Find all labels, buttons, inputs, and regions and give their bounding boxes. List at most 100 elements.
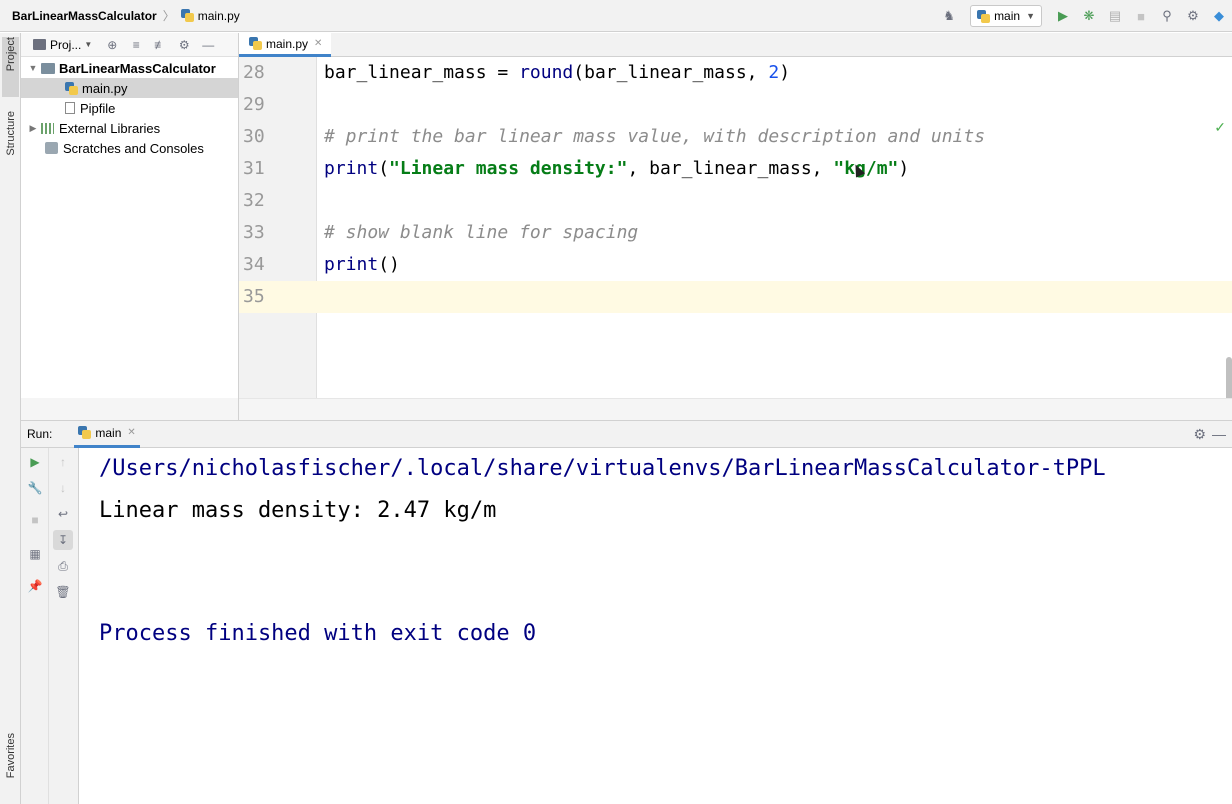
print-icon[interactable]: ⎙ xyxy=(53,556,73,576)
console-line: /Users/nicholasfischer/.local/share/virt… xyxy=(99,456,1106,481)
stop-icon[interactable]: ■ xyxy=(1133,8,1149,24)
close-icon[interactable]: ✕ xyxy=(127,427,135,438)
python-icon xyxy=(977,9,991,23)
breadcrumb-project[interactable]: BarLinearMassCalculator xyxy=(12,9,157,23)
project-tree: ▼ BarLinearMassCalculator main.py Pipfil… xyxy=(21,57,238,158)
gear-icon[interactable]: ⚙ xyxy=(1193,426,1206,443)
project-panel-footer xyxy=(21,398,239,420)
stop-icon[interactable]: ■ xyxy=(25,510,45,530)
code-token-builtin: print xyxy=(324,254,379,275)
project-tool-tab-label: Project xyxy=(4,37,17,72)
layout-icon[interactable]: ▦ xyxy=(25,544,45,564)
search-icon[interactable]: ⚲ xyxy=(1159,8,1175,24)
tab-label: main.py xyxy=(266,36,309,51)
code-line-current[interactable] xyxy=(317,281,1232,313)
breadcrumb-file[interactable]: main.py xyxy=(180,9,240,23)
pin-icon[interactable]: 📌 xyxy=(25,576,45,596)
code-token: ( xyxy=(378,158,390,179)
chevron-right-icon[interactable]: ▶ xyxy=(27,123,39,134)
hide-icon[interactable]: — xyxy=(201,38,215,52)
run-icon[interactable]: ▶ xyxy=(1055,8,1071,24)
editor-footer xyxy=(239,398,1232,420)
code-editor[interactable]: bar_linear_mass = round(bar_linear_mass,… xyxy=(317,57,1232,435)
run-toolbar-primary: ▶ 🔧 ■ ▦ 📌 xyxy=(21,448,49,804)
code-line[interactable]: print() xyxy=(317,249,1232,281)
toolbox-icon[interactable]: ◆ xyxy=(1211,8,1227,24)
structure-tool-tab[interactable]: Structure xyxy=(2,111,19,181)
line-number-current: 35 xyxy=(239,281,317,313)
tree-item-external-libraries[interactable]: ▶ External Libraries xyxy=(21,118,238,138)
chevron-down-icon[interactable]: ▼ xyxy=(84,40,92,49)
folder-icon xyxy=(41,62,55,74)
code-token: ) xyxy=(898,158,910,179)
expand-all-icon[interactable]: ≡ xyxy=(129,38,143,52)
code-line[interactable] xyxy=(317,185,1232,217)
run-toolbar-secondary: ↑ ↓ ↩ ↧ ⎙ 🗑 xyxy=(49,448,79,804)
code-token: bar_linear_mass = xyxy=(324,62,520,83)
run-configuration-select[interactable]: main ▼ xyxy=(970,5,1042,27)
code-line[interactable] xyxy=(317,89,1232,121)
code-line[interactable]: print("Linear mass density:", bar_linear… xyxy=(317,153,1232,185)
code-token-number: 2 xyxy=(768,62,780,83)
favorites-tool-tab[interactable]: Favorites xyxy=(2,733,19,799)
chevron-down-icon[interactable]: ▼ xyxy=(27,63,39,73)
scroll-to-end-icon[interactable]: ↧ xyxy=(53,530,73,550)
run-tab-main[interactable]: main ✕ xyxy=(74,420,140,448)
run-console-output[interactable]: /Users/nicholasfischer/.local/share/virt… xyxy=(79,448,1232,804)
code-line[interactable]: bar_linear_mass = round(bar_linear_mass,… xyxy=(317,57,1232,89)
code-token: , bar_linear_mass, xyxy=(627,158,834,179)
run-label: Run: xyxy=(27,427,53,441)
tree-item-main-py[interactable]: main.py xyxy=(21,78,238,98)
code-line[interactable]: # print the bar linear mass value, with … xyxy=(317,121,1232,153)
inspection-ok-icon[interactable]: ✓ xyxy=(1214,119,1226,136)
tree-item-project-root[interactable]: ▼ BarLinearMassCalculator xyxy=(21,58,238,78)
coverage-icon[interactable]: ▤ xyxy=(1107,8,1123,24)
line-number: 30 xyxy=(243,126,265,147)
tree-item-scratches[interactable]: Scratches and Consoles xyxy=(21,138,238,158)
code-line[interactable]: # show blank line for spacing xyxy=(317,217,1232,249)
locate-icon[interactable]: ⊕ xyxy=(105,38,119,52)
arrow-down-icon[interactable]: ↓ xyxy=(53,478,73,498)
editor-tab-bar: main.py ✕ xyxy=(239,33,1232,57)
wrench-icon[interactable]: 🔧 xyxy=(25,478,45,498)
line-number: 32 xyxy=(243,190,265,211)
line-number: 29 xyxy=(243,94,265,115)
python-file-icon xyxy=(180,9,194,22)
project-tool-tab[interactable]: Project xyxy=(2,37,19,97)
gear-icon[interactable]: ⚙ xyxy=(1185,8,1201,24)
breadcrumb-separator: 〉 xyxy=(162,9,175,23)
arrow-up-icon[interactable]: ↑ xyxy=(53,452,73,472)
gear-icon[interactable]: ⚙ xyxy=(177,38,191,52)
line-number-gutter: 28 29 30 31 32 33 34 35 xyxy=(239,57,317,398)
line-number: 34 xyxy=(243,254,265,275)
run-configuration-label: main xyxy=(994,9,1021,23)
file-icon xyxy=(65,102,75,114)
code-token-string: "kg/m" xyxy=(833,158,899,179)
collapse-all-icon[interactable]: ≢ xyxy=(153,38,167,52)
debug-icon[interactable]: ❋ xyxy=(1081,8,1097,24)
structure-tool-tab-label: Structure xyxy=(4,111,17,156)
tree-item-pipfile[interactable]: Pipfile xyxy=(21,98,238,118)
library-icon xyxy=(41,122,54,134)
hide-icon[interactable]: — xyxy=(1212,426,1226,442)
rerun-icon[interactable]: ▶ xyxy=(25,452,45,472)
user-icon[interactable]: ♞ xyxy=(941,8,957,24)
tree-item-label: Scratches and Consoles xyxy=(63,140,204,156)
close-icon[interactable]: ✕ xyxy=(314,38,322,49)
project-panel: Proj... ▼ ⊕ ≡ ≢ ⚙ — ▼ BarLinearMassCalcu… xyxy=(21,33,239,420)
project-view-select[interactable]: Proj... xyxy=(50,38,81,52)
trash-icon[interactable]: 🗑 xyxy=(53,582,73,602)
favorites-tool-tab-label: Favorites xyxy=(4,733,17,779)
tab-main-py[interactable]: main.py ✕ xyxy=(239,33,331,57)
code-comment: # show blank line for spacing xyxy=(324,222,639,243)
soft-wrap-icon[interactable]: ↩ xyxy=(53,504,73,524)
navigation-bar: BarLinearMassCalculator 〉 main.py ♞ main… xyxy=(0,0,1232,32)
tree-item-label: External Libraries xyxy=(59,120,161,136)
project-panel-actions: ⊕ ≡ ≢ ⚙ — xyxy=(100,38,220,52)
code-token: ) xyxy=(779,62,791,83)
chevron-down-icon: ▼ xyxy=(1026,11,1035,21)
python-icon xyxy=(78,426,92,439)
scratches-icon xyxy=(45,142,58,154)
project-view-icon xyxy=(33,39,46,50)
line-number: 31 xyxy=(243,158,265,179)
